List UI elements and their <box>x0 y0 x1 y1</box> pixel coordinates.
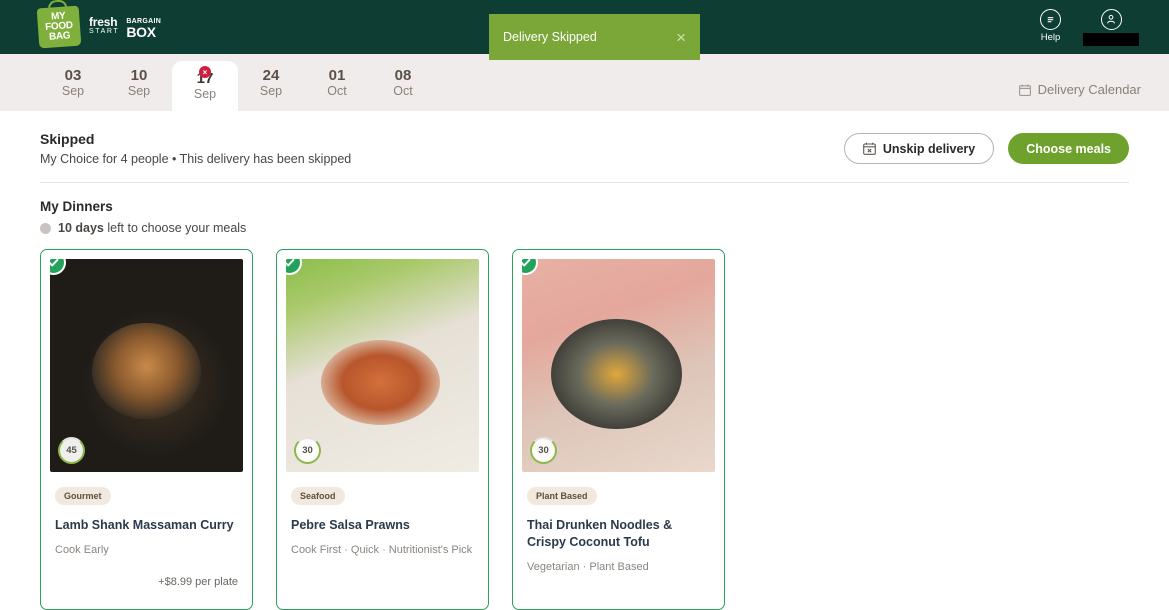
date-month: Oct <box>393 84 412 99</box>
delivery-actions: Unskip delivery Choose meals <box>844 133 1129 164</box>
box-text: BOX <box>126 27 161 37</box>
meal-category-tag: Gourmet <box>55 487 111 505</box>
meal-attributes: Cook Early <box>55 543 238 558</box>
date-day: 01 <box>329 67 346 84</box>
bargain-box-logo: BARGAIN BOX <box>126 17 161 37</box>
meal-surcharge: +$8.99 per plate <box>55 576 238 588</box>
toast-message: Delivery Skipped <box>503 30 597 44</box>
meal-image: 30 <box>286 259 479 472</box>
delivery-status-bar: Skipped My Choice for 4 people • This de… <box>40 111 1129 183</box>
meal-category-tag: Plant Based <box>527 487 597 505</box>
meal-category-tag: Seafood <box>291 487 345 505</box>
date-tab-01-oct[interactable]: 01 Oct <box>304 54 370 111</box>
help-label: Help <box>1041 32 1061 43</box>
date-month: Sep <box>260 84 282 99</box>
meal-details: Plant Based Thai Drunken Noodles & Crisp… <box>513 472 724 609</box>
date-tab-17-sep[interactable]: × 17 Sep <box>172 61 238 111</box>
main-content: Skipped My Choice for 4 people • This de… <box>0 111 1169 610</box>
calendar-icon <box>1019 84 1031 96</box>
meal-card[interactable]: 30 Seafood Pebre Salsa Prawns Cook First… <box>276 249 489 610</box>
date-day: 10 <box>131 67 148 84</box>
date-tab-10-sep[interactable]: 10 Sep <box>106 54 172 111</box>
meal-selected-check-icon[interactable] <box>286 259 302 275</box>
meal-attributes: Cook First · Quick · Nutritionist's Pick <box>291 543 474 558</box>
delivery-status-subtitle: My Choice for 4 people • This delivery h… <box>40 152 351 166</box>
help-icon <box>1040 9 1061 30</box>
delivery-status-text: Skipped My Choice for 4 people • This de… <box>40 131 351 166</box>
cook-time-badge: 30 <box>294 437 321 464</box>
date-tab-24-sep[interactable]: 24 Sep <box>238 54 304 111</box>
cook-time-badge: 30 <box>530 437 557 464</box>
calendar-x-icon <box>863 142 876 155</box>
start-text: START <box>89 27 119 37</box>
meal-title: Thai Drunken Noodles & Crispy Coconut To… <box>527 517 710 551</box>
account-button[interactable] <box>1083 9 1139 46</box>
choose-meals-label: Choose meals <box>1026 142 1111 156</box>
cook-time-badge: 45 <box>58 437 85 464</box>
date-month: Oct <box>327 84 346 99</box>
date-tab-03-sep[interactable]: 03 Sep <box>40 54 106 111</box>
meal-selected-check-icon[interactable] <box>522 259 538 275</box>
account-name-redacted <box>1083 33 1139 46</box>
meal-details: Gourmet Lamb Shank Massaman Curry Cook E… <box>41 472 252 604</box>
help-button[interactable]: Help <box>1040 9 1061 43</box>
meal-image: 45 <box>50 259 243 472</box>
meal-selected-check-icon[interactable] <box>50 259 66 275</box>
date-day: 08 <box>395 67 412 84</box>
meal-title: Lamb Shank Massaman Curry <box>55 517 238 534</box>
user-account-icon <box>1101 9 1122 30</box>
brand-logo[interactable]: MY FOOD BAG fresh START BARGAIN BOX <box>38 7 161 47</box>
countdown-days: 10 days <box>58 221 104 235</box>
meal-card-list: 45 Gourmet Lamb Shank Massaman Curry Coo… <box>40 249 1129 610</box>
unskip-delivery-button[interactable]: Unskip delivery <box>844 133 994 164</box>
clock-icon <box>40 223 51 234</box>
date-list: 03 Sep 10 Sep × 17 Sep 24 Sep 01 Oct 08 … <box>40 54 436 111</box>
date-month: Sep <box>194 87 216 102</box>
date-tab-08-oct[interactable]: 08 Oct <box>370 54 436 111</box>
unskip-delivery-label: Unskip delivery <box>883 142 975 156</box>
date-month: Sep <box>128 84 150 99</box>
toast-notification: Delivery Skipped × <box>489 14 700 60</box>
meal-details: Seafood Pebre Salsa Prawns Cook First · … <box>277 472 488 592</box>
my-food-bag-logo-icon: MY FOOD BAG <box>37 6 82 49</box>
header-actions: Help <box>1040 9 1139 46</box>
delivery-date-selector: 03 Sep 10 Sep × 17 Sep 24 Sep 01 Oct 08 … <box>0 54 1169 111</box>
meal-countdown: 10 days left to choose your meals <box>40 221 1129 235</box>
my-dinners-heading: My Dinners <box>40 199 1129 214</box>
fresh-start-logo: fresh START <box>89 17 119 37</box>
toast-close-icon[interactable]: × <box>676 29 686 46</box>
delivery-status-title: Skipped <box>40 131 351 147</box>
meal-card[interactable]: 30 Plant Based Thai Drunken Noodles & Cr… <box>512 249 725 610</box>
delivery-calendar-link[interactable]: Delivery Calendar <box>1019 82 1141 97</box>
meal-title: Pebre Salsa Prawns <box>291 517 474 534</box>
date-month: Sep <box>62 84 84 99</box>
delivery-calendar-label: Delivery Calendar <box>1038 82 1141 97</box>
date-day: 03 <box>65 67 82 84</box>
date-day: 24 <box>263 67 280 84</box>
countdown-text: left to choose your meals <box>104 221 246 235</box>
skipped-badge-icon: × <box>199 66 211 78</box>
choose-meals-button[interactable]: Choose meals <box>1008 133 1129 164</box>
meal-attributes: Vegetarian · Plant Based <box>527 560 710 575</box>
logo-line-3: BAG <box>49 30 71 42</box>
meal-image: 30 <box>522 259 715 472</box>
meal-card[interactable]: 45 Gourmet Lamb Shank Massaman Curry Coo… <box>40 249 253 610</box>
fresh-text: fresh <box>89 17 119 27</box>
